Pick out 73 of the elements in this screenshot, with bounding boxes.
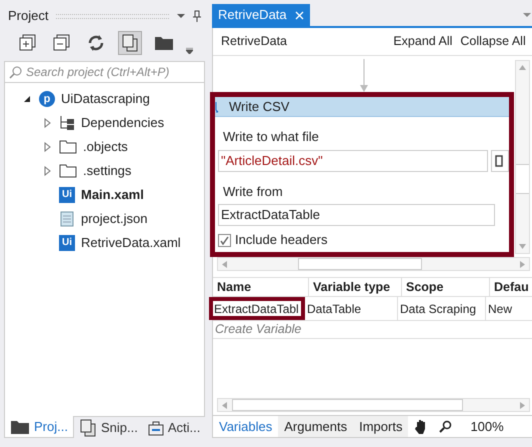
breadcrumb[interactable]: RetriveData — [221, 32, 287, 51]
designer-tab[interactable]: Imports — [353, 416, 408, 437]
collapsed-arrow-icon[interactable] — [44, 118, 50, 128]
refresh-icon — [87, 34, 105, 52]
toolbar-link[interactable]: Collapse All — [460, 32, 526, 51]
tree-item[interactable]: UiDatascraping — [61, 89, 150, 109]
column-header[interactable]: Scope — [402, 278, 490, 296]
collapse-all-icon — [53, 34, 71, 52]
project-icon: p — [39, 91, 55, 107]
panel-tab[interactable]: Acti... — [142, 417, 206, 438]
tree-item[interactable]: .settings — [83, 161, 132, 181]
tree-item[interactable]: RetriveData.xaml — [81, 233, 181, 253]
designer-tab[interactable]: Arguments — [278, 416, 354, 437]
documents-icon — [78, 418, 97, 436]
column-header[interactable]: Defau — [490, 278, 532, 296]
scroll-thumb[interactable] — [516, 164, 529, 194]
dropdown-icon[interactable] — [522, 12, 531, 18]
collapsed-arrow-icon[interactable] — [44, 166, 50, 176]
pin-icon[interactable] — [193, 10, 201, 22]
table-cell: New — [486, 297, 532, 320]
collapsed-arrow-icon[interactable] — [44, 142, 50, 152]
panel-title: Project — [8, 7, 48, 26]
vertical-scrollbar[interactable] — [514, 60, 530, 254]
workflow-file-icon: Ui — [59, 235, 75, 251]
dropdown-icon[interactable] — [177, 13, 185, 19]
zoom-icon[interactable] — [438, 420, 452, 434]
panel-tab[interactable]: Snip... — [74, 417, 143, 438]
document-tab[interactable]: RetriveData — [212, 4, 310, 26]
tree-item[interactable]: Dependencies — [81, 113, 164, 133]
panel-tab[interactable]: Proj... — [4, 416, 74, 438]
dependencies-icon — [59, 115, 75, 131]
tree-item[interactable]: .objects — [83, 137, 128, 157]
folder-icon — [154, 35, 174, 51]
document-icon — [59, 211, 75, 227]
checkbox-label: Include headers — [235, 231, 328, 250]
tree-item[interactable]: Main.xaml — [81, 185, 144, 205]
input-field[interactable]: ExtractDataTable — [218, 204, 495, 226]
folder-icon — [10, 418, 30, 434]
input-field[interactable]: "ArticleDetail.csv" — [218, 150, 488, 172]
horizontal-scrollbar[interactable] — [217, 257, 530, 271]
close-icon[interactable] — [294, 10, 304, 20]
table-cell: Data Scraping — [398, 297, 486, 320]
browse-button[interactable] — [490, 150, 509, 172]
field-label: Write from — [222, 182, 284, 200]
expand-all-icon — [19, 34, 37, 52]
checkbox[interactable] — [218, 234, 231, 246]
column-header[interactable]: Name — [213, 278, 309, 296]
activity-icon — [215, 100, 221, 114]
activity-title: Write CSV — [229, 98, 290, 116]
folder-icon — [59, 164, 77, 178]
search-icon — [9, 66, 22, 78]
horizontal-scrollbar[interactable] — [217, 398, 530, 412]
table-cell: DataTable — [305, 297, 398, 320]
expanded-arrow-icon[interactable] — [23, 95, 31, 103]
folder-icon — [59, 140, 77, 154]
table-cell[interactable]: ExtractDataTabl — [209, 297, 305, 320]
connector-arrow — [358, 59, 369, 92]
activity-card[interactable]: Write CSV Write to what file "ArticleDetail.csv" Write from ExtractDataTable Include headers — [210, 92, 514, 257]
toolbar-button[interactable] — [118, 31, 142, 55]
search-field[interactable]: Search project (Ctrl+Alt+P) — [4, 61, 205, 83]
create-variable-placeholder[interactable]: Create Variable — [213, 320, 304, 339]
scroll-thumb[interactable] — [232, 399, 463, 411]
folder-icon — [494, 154, 505, 166]
scroll-thumb[interactable] — [298, 258, 422, 270]
toolbox-icon — [148, 420, 164, 436]
overflow-icon[interactable] — [186, 48, 193, 54]
field-label: Write to what file — [222, 128, 320, 146]
documents-icon — [121, 34, 139, 52]
tree-item[interactable]: project.json — [81, 209, 148, 229]
workflow-file-icon: Ui — [59, 187, 75, 203]
toolbar-link[interactable]: Expand All — [393, 32, 452, 51]
zoom-level[interactable]: 100% — [466, 416, 508, 436]
column-header[interactable]: Variable type — [309, 278, 402, 296]
